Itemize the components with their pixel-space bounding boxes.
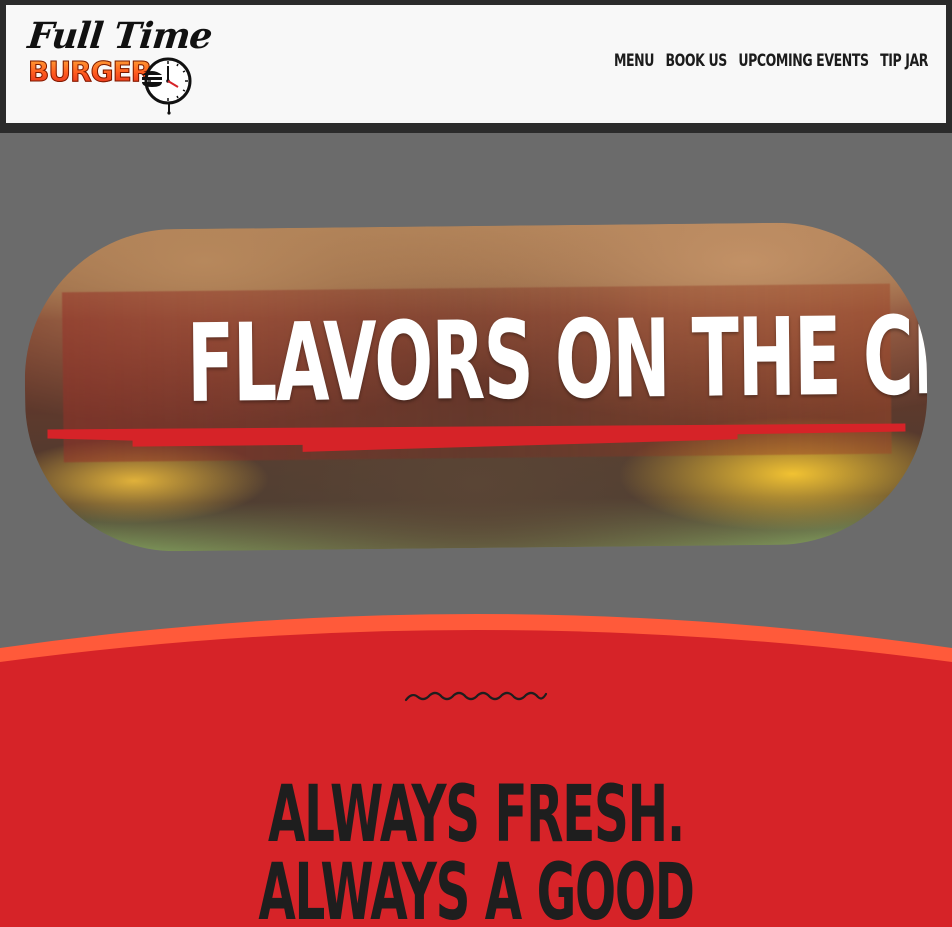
tagline-heading: ALWAYS FRESH. ALWAYS A GOOD bbox=[181, 776, 771, 927]
site-header: Full Time BURGERS MENU BOOK US UPCOMING … bbox=[6, 5, 946, 123]
tagline-line1: ALWAYS FRESH. bbox=[267, 770, 685, 860]
page: Full Time BURGERS MENU BOOK US UPCOMING … bbox=[0, 0, 952, 927]
main-nav: MENU BOOK US UPCOMING EVENTS TIP JAR bbox=[614, 51, 929, 71]
tagline-line2: ALWAYS A GOOD bbox=[258, 848, 695, 927]
nav-book-us[interactable]: BOOK US bbox=[665, 51, 727, 71]
nav-upcoming-events[interactable]: UPCOMING EVENTS bbox=[738, 51, 869, 71]
nav-menu[interactable]: MENU bbox=[614, 51, 655, 71]
site-logo[interactable]: Full Time BURGERS bbox=[26, 15, 214, 115]
squiggle-divider-icon bbox=[404, 691, 548, 702]
nav-tip-jar[interactable]: TIP JAR bbox=[880, 51, 928, 71]
hero-banner: FLAVORS ON THE CLOCK bbox=[23, 221, 929, 553]
hero-title: FLAVORS ON THE CLOCK bbox=[186, 292, 929, 428]
clock-burger-icon bbox=[142, 57, 192, 115]
